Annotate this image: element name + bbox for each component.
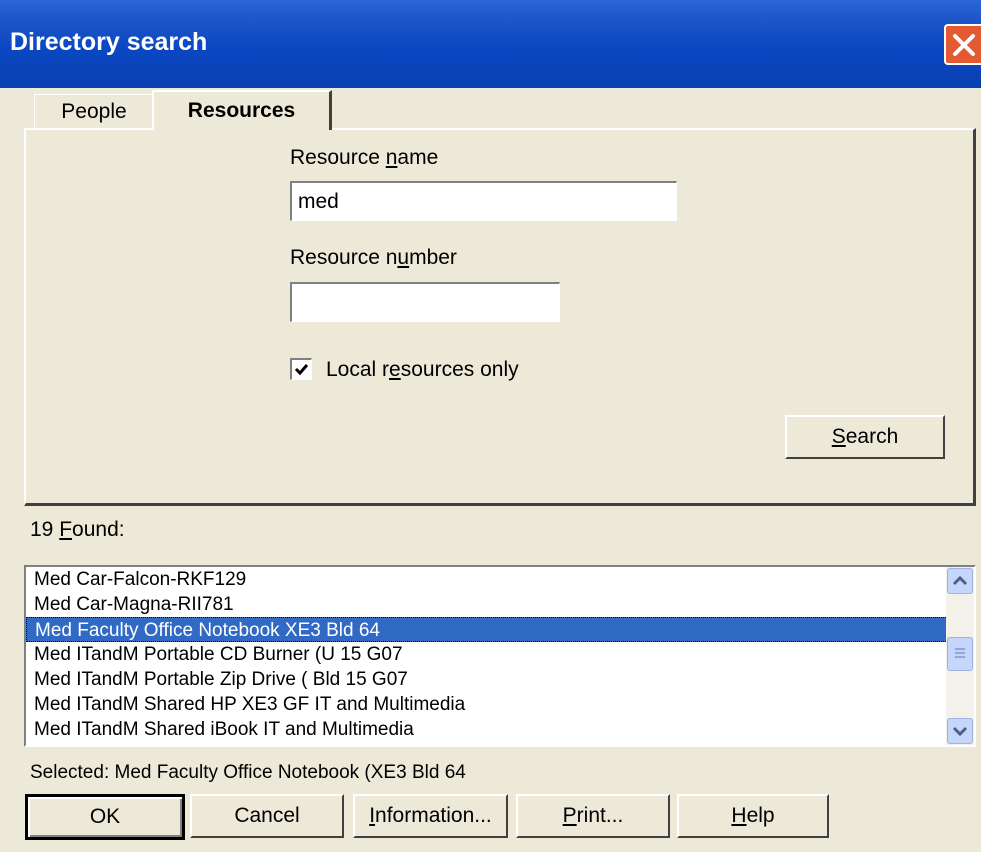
local-resources-label[interactable]: Local resources only <box>326 358 519 382</box>
access-key: H <box>731 804 747 827</box>
resource-name-input[interactable]: med <box>290 181 677 221</box>
resource-number-input[interactable] <box>290 282 560 322</box>
ok-button[interactable]: OK <box>25 794 185 840</box>
scroll-up-button[interactable] <box>947 568 973 594</box>
tab-people[interactable]: People <box>34 94 154 128</box>
tab-resources-label: Resources <box>187 99 296 122</box>
list-item[interactable]: Med ITandM Portable Zip Drive ( Bld 15 G… <box>26 667 948 692</box>
list-item-selected[interactable]: Med Faculty Office Notebook XE3 Bld 64 <box>26 617 948 642</box>
close-icon <box>953 34 975 56</box>
selected-item-text: Selected: Med Faculty Office Notebook (X… <box>30 762 466 783</box>
list-item[interactable]: Med Car-Magna-RII781 <box>26 592 948 617</box>
close-button[interactable] <box>944 24 981 65</box>
button-label: elp <box>746 804 775 827</box>
resource-name-label: Resource name <box>290 146 438 170</box>
resource-number-label: Resource number <box>290 246 457 270</box>
access-key: n <box>385 146 398 169</box>
scroll-down-button[interactable] <box>947 718 973 744</box>
button-label: nformation... <box>375 804 492 827</box>
help-button[interactable]: Help <box>677 794 829 838</box>
chevron-down-icon <box>952 726 968 737</box>
title-bar: Directory search <box>0 0 981 88</box>
count-value: 19 <box>30 518 60 541</box>
button-label: rint... <box>576 804 624 827</box>
list-scrollbar[interactable] <box>946 567 974 745</box>
list-item[interactable]: Med Car-Falcon-RKF129 <box>26 567 948 592</box>
checkmark-icon <box>294 364 309 376</box>
tab-people-label: People <box>61 99 127 123</box>
search-button[interactable]: Search <box>785 415 945 459</box>
cancel-button[interactable]: Cancel <box>190 794 344 838</box>
local-resources-checkbox[interactable] <box>290 358 312 380</box>
access-key: e <box>389 358 401 381</box>
results-count: 19 Found: <box>30 518 125 542</box>
access-key: P <box>562 804 577 827</box>
label-text: ame <box>397 146 439 169</box>
button-label: earch <box>845 425 899 448</box>
scroll-thumb[interactable] <box>947 637 973 671</box>
tab-resources[interactable]: Resources <box>152 90 332 130</box>
label-text: ound: <box>72 518 125 541</box>
label-text: sources only <box>400 358 519 381</box>
window-title: Directory search <box>10 28 208 56</box>
information-button[interactable]: Information... <box>353 794 508 838</box>
list-item[interactable]: Med ITandM Portable CD Burner (U 15 G07 <box>26 642 948 667</box>
access-key: F <box>59 518 73 541</box>
label-text: Resource n <box>290 246 398 269</box>
list-item[interactable]: Med ITandM Shared HP XE3 GF IT and Multi… <box>26 692 948 717</box>
results-rows: Med Car-Falcon-RKF129 Med Car-Magna-RII7… <box>26 567 948 742</box>
list-item[interactable]: Med ITandM Shared iBook IT and Multimedi… <box>26 717 948 742</box>
access-key: u <box>397 246 410 269</box>
chevron-up-icon <box>952 575 968 586</box>
access-key: S <box>831 425 846 448</box>
results-list[interactable]: Med Car-Falcon-RKF129 Med Car-Magna-RII7… <box>24 565 976 747</box>
label-text: mber <box>409 246 457 269</box>
print-button[interactable]: Print... <box>516 794 670 838</box>
grip-icon <box>955 648 965 658</box>
resource-name-value: med <box>298 190 339 213</box>
label-text: Resource <box>290 146 386 169</box>
tab-connector <box>154 126 329 132</box>
label-text: Local r <box>326 358 390 381</box>
